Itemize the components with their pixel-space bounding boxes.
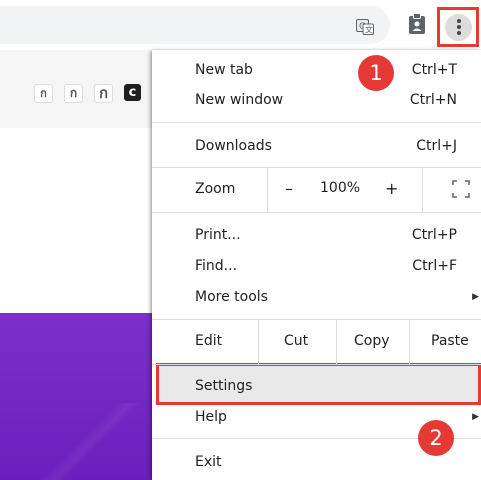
- svg-text:文: 文: [365, 25, 373, 35]
- menu-item-new-window[interactable]: New window Ctrl+N: [152, 87, 481, 113]
- menu-item-new-tab[interactable]: New tab Ctrl+T: [152, 57, 481, 83]
- menu-item-find[interactable]: Find... Ctrl+F: [152, 253, 481, 279]
- kebab-menu-icon: [456, 19, 461, 37]
- menu-panel: New tab Ctrl+T New window Ctrl+N Downloa…: [152, 50, 481, 480]
- menu-item-more-tools[interactable]: More tools ▶: [152, 284, 481, 310]
- zoom-out-button[interactable]: –: [285, 179, 293, 198]
- step-badge-2: 2: [418, 420, 454, 456]
- page-banner: [0, 313, 170, 480]
- chevron-right-icon: ▶: [472, 292, 479, 302]
- menu-item-settings[interactable]: Settings: [152, 373, 481, 399]
- step-badge-1: 1: [358, 55, 394, 91]
- menu-divider: [152, 364, 481, 365]
- address-bar[interactable]: [0, 6, 390, 44]
- extension-icon[interactable]: ก: [94, 84, 113, 103]
- menu-divider: [152, 212, 481, 213]
- browser-toolbar: G 文: [0, 0, 481, 50]
- extension-icon[interactable]: c: [124, 84, 141, 101]
- chevron-right-icon: ▶: [472, 412, 479, 422]
- menu-edit-row: Edit Cut Copy Paste: [152, 320, 481, 364]
- menu-item-print[interactable]: Print... Ctrl+P: [152, 222, 481, 248]
- zoom-in-button[interactable]: +: [385, 179, 398, 198]
- menu-button-hover: [445, 14, 472, 41]
- zoom-label: Zoom: [195, 181, 236, 197]
- menu-divider: [152, 122, 481, 123]
- chrome-menu-button[interactable]: [437, 7, 479, 47]
- translate-icon[interactable]: G 文: [356, 19, 374, 35]
- clipboard-icon[interactable]: [408, 13, 426, 35]
- zoom-level: 100%: [320, 180, 361, 196]
- paste-button[interactable]: Paste: [431, 333, 469, 349]
- extension-icon[interactable]: ก: [64, 84, 83, 103]
- edit-label: Edit: [195, 333, 223, 349]
- copy-button[interactable]: Copy: [354, 333, 390, 349]
- cut-button[interactable]: Cut: [284, 333, 308, 349]
- menu-item-downloads[interactable]: Downloads Ctrl+J: [152, 133, 481, 159]
- menu-zoom-row: Zoom – 100% +: [152, 168, 481, 212]
- extension-icon[interactable]: ก: [34, 84, 53, 103]
- fullscreen-icon[interactable]: [452, 180, 470, 198]
